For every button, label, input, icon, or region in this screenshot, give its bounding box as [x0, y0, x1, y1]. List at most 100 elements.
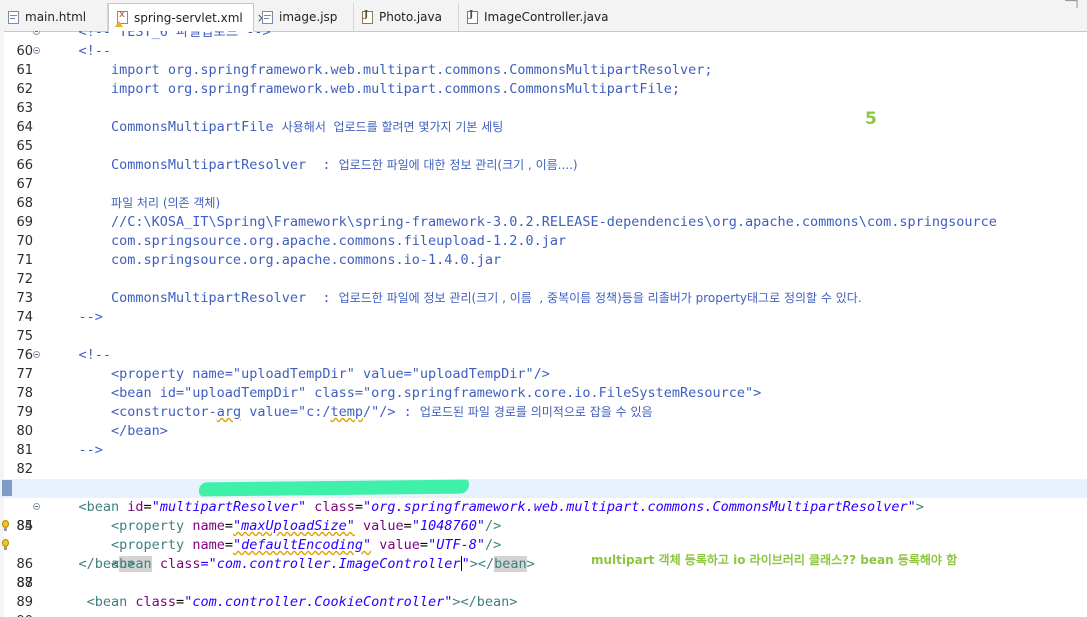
line-number: 90: [0, 612, 33, 617]
code-line: 89: [0, 574, 1087, 610]
attribute-value: "org.springframework.web.multipart.commo…: [363, 499, 916, 515]
attribute-name: class: [306, 499, 355, 515]
code-line: 63 import org.springframework.web.multip…: [0, 80, 1087, 116]
code-line: 83: [0, 460, 1087, 496]
equals: =: [143, 499, 152, 515]
comment-korean: 업로드한 파일에 대한 정보 관리(크기 , 이름....): [338, 158, 578, 172]
line-text: <constructor-arg value="c:/temp/"/> : 업로…: [46, 403, 653, 422]
fold-icon[interactable]: [33, 31, 40, 35]
code-line: 66: [0, 137, 1087, 173]
comment-korean: 업로드한 파일에 정보 관리(크기 , 이름 , 중복이름 정책)등을 리졸버가…: [338, 291, 862, 305]
tab-image-controller-java[interactable]: ImageController.java: [459, 3, 609, 31]
tag-open: <property: [46, 518, 193, 534]
line-text: <bean class="com.controller.CookieContro…: [46, 593, 518, 612]
attribute-name: value: [371, 537, 420, 553]
tag-open: <bean: [46, 499, 128, 515]
line-text: CommonsMultipartResolver : 업로드한 파일에 대한 정…: [46, 156, 578, 175]
bookmark-icon: [2, 480, 12, 496]
comment-text: /"/> :: [363, 404, 420, 420]
code-line: 85 <bean id="multipartResolver" class="o…: [0, 498, 1087, 534]
tab-label: image.jsp: [279, 10, 338, 24]
equals: =: [176, 594, 185, 610]
tab-label: Photo.java: [379, 10, 442, 24]
comment-text: <constructor-: [46, 404, 217, 420]
code-line: 64: [0, 99, 1087, 135]
attribute-value: "maxUploadSize": [232, 518, 355, 534]
comment-korean: 파일 처리 (의존 객체): [111, 196, 221, 210]
comment-text: CommonsMultipartFile: [46, 119, 282, 135]
tag-open: <property: [46, 537, 193, 553]
code-line: 82 -->: [0, 441, 1087, 477]
comment-text: CommonsMultipartResolver :: [46, 290, 339, 306]
equals: =: [419, 537, 429, 553]
code-line: 79 <bean id="uploadTempDir" class="org.s…: [0, 384, 1087, 420]
attribute-name: name: [192, 518, 225, 534]
lightbulb-warning-icon[interactable]: [2, 520, 9, 531]
java-file-icon: [467, 10, 478, 24]
spelling-warning: temp: [330, 404, 363, 420]
code-line: 81 </bean>: [0, 422, 1087, 458]
xml-file-icon: [115, 9, 128, 27]
code-editor[interactable]: 60 <!-- TEST_6 파일업로드 --> 61 <!-- 62 impo…: [0, 31, 1087, 617]
code-line: 75 -->: [0, 308, 1087, 344]
line-text: com.springsource.org.apache.commons.file…: [46, 233, 567, 249]
tag-open: <bean: [46, 594, 136, 610]
line-text: <bean id="uploadTempDir" class="org.spri…: [46, 385, 762, 401]
code-line: 70 //C:\KOSA_IT\Spring\Framework\spring-…: [0, 213, 1087, 249]
code-line: 65 CommonsMultipartFile 사용해서 업로드를 할려면 몇가…: [0, 118, 1087, 154]
jsp-file-icon: [262, 10, 273, 24]
comment-text: value="c:/: [241, 404, 331, 420]
code-line: 60 <!-- TEST_6 파일업로드 -->: [0, 31, 1087, 59]
tab-label: main.html: [25, 10, 87, 24]
line-text: </bean>: [46, 556, 136, 572]
lightbulb-warning-icon[interactable]: [2, 539, 9, 550]
code-line: 68: [0, 175, 1087, 211]
attribute-value: "defaultEncoding": [232, 537, 372, 553]
spelling-warning: arg: [216, 404, 242, 420]
tab-main-html[interactable]: main.html: [0, 3, 108, 31]
tab-image-jsp[interactable]: image.jsp: [254, 3, 354, 31]
attribute-name: name: [192, 537, 225, 553]
tab-label: spring-servlet.xml: [134, 10, 243, 25]
line-text: import org.springframework.web.multipart…: [46, 62, 713, 78]
line-text: <property name="maxUploadSize" value="10…: [46, 517, 501, 536]
comment-text: [46, 195, 111, 211]
tab-spring-servlet-xml[interactable]: spring-servlet.xml ×: [108, 3, 267, 32]
comment-korean: 업로드된 파일 경로를 의미적으로 잡을 수 있음: [419, 405, 653, 419]
line-text: <property name="uploadTempDir" value="up…: [46, 366, 550, 382]
line-text: //C:\KOSA_IT\Spring\Framework\spring-fra…: [46, 214, 997, 230]
html-file-icon: [8, 10, 19, 24]
step-number-annotation: 5: [865, 109, 877, 129]
tag-bracket: />: [484, 518, 502, 534]
code-line: 80 <constructor-arg value="c:/temp/"/> :…: [0, 403, 1087, 439]
note-annotation: multipart 객체 등록하고 io 라이브러리 클래스?? bean 등록…: [591, 553, 958, 567]
line-text: com.springsource.org.apache.commons.io-1…: [46, 252, 502, 268]
code-line: 62 import org.springframework.web.multip…: [0, 61, 1087, 97]
equals: =: [403, 518, 412, 534]
tag-bracket: />: [484, 537, 502, 553]
attribute-name: value: [354, 518, 404, 534]
fold-icon[interactable]: [33, 503, 40, 510]
tab-photo-java[interactable]: Photo.java: [354, 3, 459, 31]
code-line: 72 com.springsource.org.apache.commons.i…: [0, 251, 1087, 287]
line-text: <bean id="multipartResolver" class="org.…: [46, 498, 924, 517]
current-code-line: 84 <bean class="com.controller.ImageCont…: [0, 479, 1087, 572]
code-line: 74 CommonsMultipartResolver : 업로드한 파일에 정…: [0, 289, 1087, 325]
attribute-name: class: [135, 594, 177, 610]
code-line: 71 com.springsource.org.apache.commons.f…: [0, 232, 1087, 268]
attribute-value: "UTF-8": [428, 537, 485, 553]
attribute-value: "1048760": [411, 518, 485, 534]
tab-label: ImageController.java: [484, 10, 609, 24]
highlighter-mark: [198, 479, 470, 497]
code-line: 73: [0, 270, 1087, 306]
tag-bracket: >: [915, 499, 924, 515]
window-controls[interactable]: ─┐: [1065, 0, 1081, 9]
fold-icon[interactable]: [33, 351, 40, 358]
line-text: import org.springframework.web.multipart…: [46, 81, 680, 97]
line-text: </bean>: [46, 423, 168, 439]
fold-icon[interactable]: [33, 47, 40, 54]
equals: =: [224, 518, 233, 534]
attribute-value: "multipartResolver": [151, 499, 307, 515]
code-line: 86 <property name="maxUploadSize" value=…: [0, 517, 1087, 572]
code-line: 69 파일 처리 (의존 객체): [0, 194, 1087, 230]
